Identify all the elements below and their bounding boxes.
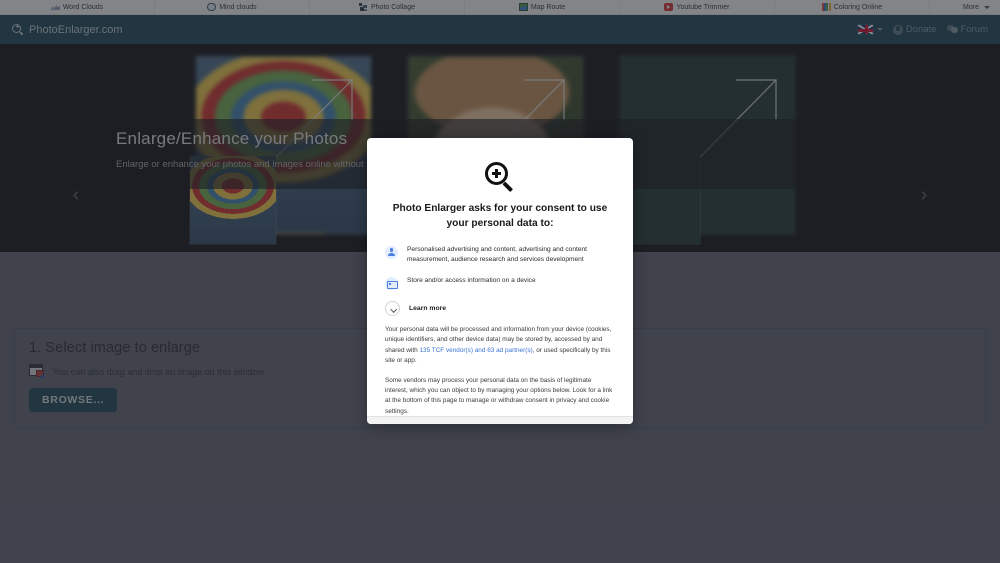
- topnav-label: Photo Collage: [371, 4, 415, 11]
- consent-dialog: Photo Enlarger asks for your consent to …: [367, 138, 633, 424]
- partner-nav: Word Clouds Mind clouds Photo Collage Ma…: [0, 0, 1000, 15]
- magnifier-plus-icon: [485, 162, 515, 192]
- modal-footer-bar: [367, 416, 633, 424]
- dragdrop-text: You can also drag and drop an image on t…: [53, 367, 266, 377]
- consent-heading: Photo Enlarger asks for your consent to …: [385, 202, 615, 232]
- uk-flag-icon: [857, 24, 874, 35]
- topnav-item-map-route[interactable]: Map Route: [465, 0, 620, 14]
- browse-button[interactable]: BROWSE...: [29, 388, 117, 412]
- mind-clouds-icon: [207, 3, 216, 11]
- coloring-online-icon: [822, 3, 831, 11]
- consent-paragraph-2: Some vendors may process your personal d…: [385, 376, 615, 418]
- list-item: Personalised advertising and content, ad…: [385, 245, 615, 265]
- person-icon: [385, 246, 398, 259]
- topnav-label: Mind clouds: [219, 4, 256, 11]
- site-header: PhotoEnlarger.com Donate Forum: [0, 15, 1000, 44]
- header-actions: Donate Forum: [857, 24, 988, 35]
- consent-modal: Photo Enlarger asks for your consent to …: [367, 138, 633, 424]
- brand-name: PhotoEnlarger.com: [29, 24, 123, 36]
- photo-collage-icon: [359, 3, 368, 11]
- donate-label: Donate: [906, 24, 937, 35]
- topnav-label: Map Route: [531, 4, 565, 11]
- topnav-label: Youtube Trimmer: [676, 4, 729, 11]
- chevron-down-icon: [877, 28, 883, 31]
- topnav-label: Word Clouds: [63, 4, 103, 11]
- consent-purpose-list: Personalised advertising and content, ad…: [385, 245, 615, 290]
- consent-paragraph-1: Your personal data will be processed and…: [385, 325, 615, 367]
- topnav-item-photo-collage[interactable]: Photo Collage: [310, 0, 465, 14]
- map-route-icon: [519, 3, 528, 11]
- topnav-item-mind-clouds[interactable]: Mind clouds: [155, 0, 310, 14]
- consent-logo: [385, 162, 615, 192]
- topnav-item-coloring-online[interactable]: Coloring Online: [775, 0, 930, 14]
- topnav-more-menu[interactable]: More: [930, 0, 1000, 14]
- device-icon: [385, 277, 398, 290]
- forum-label: Forum: [961, 24, 988, 35]
- vendors-link[interactable]: 135 TCF vendor(s) and 63 ad partner(s): [419, 347, 532, 354]
- purpose-text: Store and/or access information on a dev…: [407, 276, 536, 286]
- topnav-label: Coloring Online: [834, 4, 882, 11]
- topnav-item-youtube-trimmer[interactable]: Youtube Trimmer: [620, 0, 775, 14]
- carousel-prev-button[interactable]: ‹: [66, 184, 86, 206]
- learn-more-label: Learn more: [409, 305, 446, 312]
- person-icon: [893, 25, 903, 35]
- chat-icon: [947, 25, 958, 34]
- donate-button[interactable]: Donate: [893, 24, 937, 35]
- carousel-next-button[interactable]: ›: [914, 184, 934, 206]
- language-selector[interactable]: [857, 24, 883, 35]
- forum-button[interactable]: Forum: [947, 24, 988, 35]
- purpose-text: Personalised advertising and content, ad…: [407, 245, 615, 265]
- chevron-down-icon: [984, 6, 990, 9]
- word-clouds-icon: [51, 3, 60, 11]
- magnifier-plus-icon: [12, 24, 24, 36]
- page-root: Word Clouds Mind clouds Photo Collage Ma…: [0, 0, 1000, 563]
- topnav-item-word-clouds[interactable]: Word Clouds: [0, 0, 155, 14]
- chevron-down-icon: [385, 301, 400, 316]
- youtube-trimmer-icon: [664, 3, 673, 11]
- learn-more-toggle[interactable]: Learn more: [385, 301, 615, 316]
- list-item: Store and/or access information on a dev…: [385, 276, 615, 290]
- brand-logo[interactable]: PhotoEnlarger.com: [12, 24, 123, 36]
- topnav-more-label: More: [963, 4, 979, 11]
- drag-drop-window-icon: [29, 364, 47, 379]
